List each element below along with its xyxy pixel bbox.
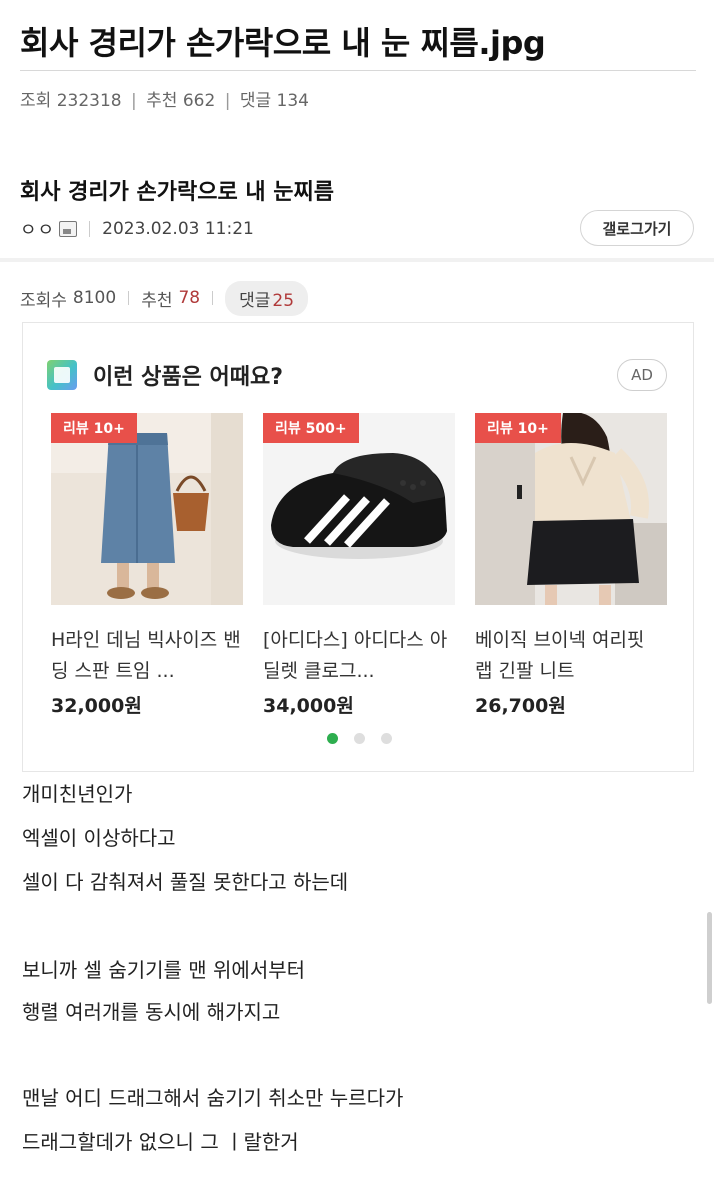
title-divider (20, 70, 696, 71)
body-line: 보니까 셀 숨기기를 맨 위에서부터 (22, 958, 306, 982)
post-title: 회사 경리가 손가락으로 내 눈찌름 (20, 180, 334, 205)
comments-button[interactable]: 댓글 25 (225, 280, 309, 316)
meta-separator: | (131, 91, 137, 111)
author-name[interactable]: ㅇㅇ (20, 216, 55, 242)
carousel-dot[interactable] (354, 733, 365, 744)
divider (89, 221, 91, 237)
body-line: 개미친년인가 (22, 782, 133, 806)
review-badge: 리뷰 500+ (263, 413, 359, 443)
comments-count: 134 (276, 91, 309, 111)
post-meta: 조회 232318 | 추천 662 | 댓글 134 (20, 86, 309, 111)
views-count: 8100 (72, 288, 117, 308)
product-price: 26,700원 (475, 695, 566, 717)
divider (128, 291, 130, 305)
body-line: 맨날 어디 드래그해서 숨기기 취소만 누르다가 (22, 1086, 404, 1110)
ad-recommendations: 이런 상품은 어때요? AD 리뷰 10+ H라인 데님 빅사이즈 밴딩 스판 … (22, 322, 694, 772)
post-datetime: 2023.02.03 11:21 (102, 219, 254, 239)
body-line: 엑셀이 이상하다고 (22, 826, 176, 850)
product-image-skirt[interactable]: 리뷰 10+ (51, 413, 243, 605)
views-label: 조회 (20, 91, 52, 111)
product-name[interactable]: 베이직 브이넥 여리핏 랩 긴팔 니트 (475, 625, 667, 687)
body-line: 행렬 여러개를 동시에 해가지고 (22, 1000, 281, 1024)
product-card[interactable]: 리뷰 10+ 베이직 브이넥 여리핏 랩 긴팔 니트 26,700원 (475, 413, 667, 718)
product-price: 34,000원 (263, 695, 354, 717)
review-badge: 리뷰 10+ (51, 413, 137, 443)
likes-label: 추천 (146, 91, 178, 111)
likes-label: 추천 (141, 290, 173, 311)
scrollbar[interactable] (707, 912, 712, 1004)
shopping-icon (47, 360, 77, 390)
divider (212, 291, 214, 305)
likes-count: 662 (182, 91, 216, 111)
comments-count: 25 (272, 290, 295, 311)
review-badge: 리뷰 10+ (475, 413, 561, 443)
carousel-dot[interactable] (381, 733, 392, 744)
product-name[interactable]: [아디다스] 아디다스 아딜렛 클로그... (263, 625, 455, 687)
body-line: 드래그할데가 없으니 그 ㅣ랄한거 (22, 1130, 299, 1154)
ad-badge[interactable]: AD (617, 359, 667, 391)
post-stats: 조회수 8100 추천 78 댓글 25 (20, 280, 309, 316)
product-image-clog[interactable]: 리뷰 500+ (263, 413, 455, 605)
gallog-button[interactable]: 갤로그가기 (580, 210, 694, 246)
product-name[interactable]: H라인 데님 빅사이즈 밴딩 스판 트임 ... (51, 625, 243, 687)
section-divider (0, 258, 714, 262)
ad-heading: 이런 상품은 어때요? (93, 365, 284, 390)
product-image-knit[interactable]: 리뷰 10+ (475, 413, 667, 605)
comments-label: 댓글 (239, 290, 271, 311)
product-card[interactable]: 리뷰 10+ H라인 데님 빅사이즈 밴딩 스판 트임 ... 32,000원 (51, 413, 243, 718)
product-card[interactable]: 리뷰 500+ [아디다스] 아디다스 아딜렛 클로그... 34,000원 (263, 413, 455, 718)
likes-count: 78 (178, 288, 201, 308)
product-price: 32,000원 (51, 695, 142, 717)
body-line: 셀이 다 감춰져서 풀질 못한다고 하는데 (22, 870, 349, 894)
comments-label: 댓글 (239, 91, 272, 111)
carousel-dots (327, 733, 408, 744)
views-label: 조회수 (20, 290, 67, 311)
image-icon (59, 221, 78, 237)
carousel-dot[interactable] (327, 733, 338, 744)
views-count: 232318 (56, 91, 122, 111)
meta-separator: | (224, 91, 231, 111)
page-title: 회사 경리가 손가락으로 내 눈 찌름.jpg (20, 24, 546, 62)
ad-header: 이런 상품은 어때요? (47, 359, 283, 391)
author-row: ㅇㅇ 2023.02.03 11:21 (20, 216, 254, 242)
